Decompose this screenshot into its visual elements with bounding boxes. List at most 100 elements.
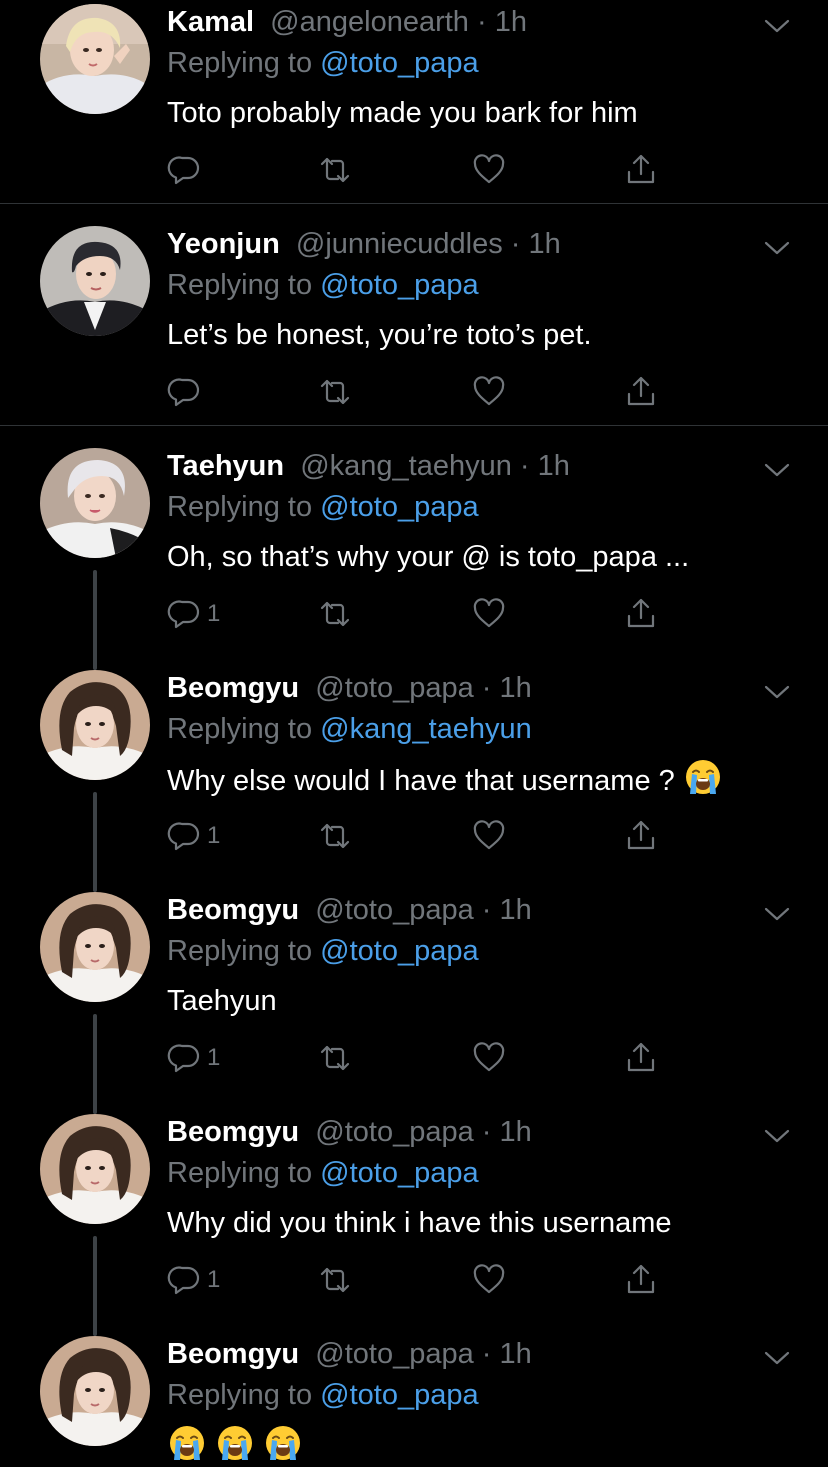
tweet-5[interactable]: Beomgyu @toto_papa · 1h Replying to @tot… [0,870,828,1114]
share-button[interactable] [623,372,659,412]
handle[interactable]: @toto_papa [307,1116,473,1148]
reply-count: 1 [207,1044,221,1071]
reply-icon [167,378,200,407]
timestamp[interactable]: · 1h [474,1116,532,1148]
replying-to-label: Replying to [167,269,321,301]
replying-to: Replying to @toto_papa [167,931,479,971]
reply-icon [167,822,200,851]
share-button[interactable] [623,1038,659,1078]
heart-icon [473,154,505,184]
reply-button[interactable]: 1 [167,816,220,856]
like-button[interactable] [471,594,507,634]
tweet-header: Beomgyu @toto_papa · 1h [167,1334,532,1374]
replying-to: Replying to @toto_papa [167,487,479,527]
like-button[interactable] [471,372,507,412]
emoji-group [167,1426,303,1463]
replying-to: Replying to @toto_papa [167,43,479,83]
tweet-text-content: Why else would I have that username ? [167,765,675,797]
mention-link[interactable]: @toto_papa [320,1157,478,1189]
handle[interactable]: @junniecuddles [288,228,503,260]
reply-button[interactable] [167,150,207,190]
timestamp[interactable]: · 1h [474,894,532,926]
tweet-text: Toto probably made you bark for him [167,92,638,134]
avatar[interactable] [40,892,150,1002]
handle[interactable]: @angelonearth [262,6,469,38]
share-icon [627,820,655,850]
retweet-button[interactable] [317,1038,353,1078]
avatar[interactable] [40,226,150,336]
like-button[interactable] [471,1260,507,1300]
mention-link[interactable]: @toto_papa [320,269,478,301]
timestamp[interactable]: · 1h [503,228,561,260]
like-button[interactable] [471,150,507,190]
chevron-down-icon[interactable] [762,238,792,258]
retweet-button[interactable] [317,816,353,856]
display-name[interactable]: Beomgyu [167,672,299,704]
avatar[interactable] [40,670,150,780]
share-button[interactable] [623,1260,659,1300]
chevron-down-icon[interactable] [762,1348,792,1368]
tweet-header: Beomgyu @toto_papa · 1h [167,890,532,930]
display-name[interactable]: Kamal [167,6,254,38]
tweet-1[interactable]: Kamal @angelonearth · 1h Replying to @to… [0,0,828,204]
share-icon [627,1042,655,1072]
timestamp[interactable]: · 1h [512,450,570,482]
share-icon [627,154,655,184]
retweet-button[interactable] [317,150,353,190]
chevron-down-icon[interactable] [762,904,792,924]
display-name[interactable]: Beomgyu [167,1338,299,1370]
mention-link[interactable]: @toto_papa [320,491,478,523]
replying-to-label: Replying to [167,935,321,967]
action-bar: 1 [167,816,667,856]
timestamp[interactable]: · 1h [474,1338,532,1370]
handle[interactable]: @toto_papa [307,1338,473,1370]
like-button[interactable] [471,816,507,856]
chevron-down-icon[interactable] [762,16,792,36]
reply-icon [167,156,200,185]
display-name[interactable]: Yeonjun [167,228,280,260]
handle[interactable]: @toto_papa [307,894,473,926]
retweet-button[interactable] [317,372,353,412]
tweet-6[interactable]: Beomgyu @toto_papa · 1h Replying to @tot… [0,1092,828,1336]
share-button[interactable] [623,594,659,634]
display-name[interactable]: Beomgyu [167,894,299,926]
mention-link[interactable]: @toto_papa [320,47,478,79]
avatar[interactable] [40,448,150,558]
tweet-text: Taehyun [167,980,277,1022]
avatar[interactable] [40,1336,150,1446]
timestamp[interactable]: · 1h [469,6,527,38]
mention-link[interactable]: @toto_papa [320,1379,478,1411]
mention-link[interactable]: @toto_papa [320,935,478,967]
display-name[interactable]: Beomgyu [167,1116,299,1148]
reply-button[interactable]: 1 [167,594,220,634]
chevron-down-icon[interactable] [762,1126,792,1146]
reply-button[interactable]: 1 [167,1038,220,1078]
retweet-icon [320,1267,350,1293]
tweet-4[interactable]: Beomgyu @toto_papa · 1h Replying to @kan… [0,648,828,892]
tweet-7[interactable]: Beomgyu @toto_papa · 1h Replying to @tot… [0,1314,828,1467]
timestamp[interactable]: · 1h [474,672,532,704]
chevron-down-icon[interactable] [762,682,792,702]
reply-count: 1 [207,822,221,849]
retweet-button[interactable] [317,594,353,634]
display-name[interactable]: Taehyun [167,450,284,482]
avatar[interactable] [40,1114,150,1224]
handle[interactable]: @kang_taehyun [292,450,512,482]
share-button[interactable] [623,816,659,856]
like-button[interactable] [471,1038,507,1078]
avatar[interactable] [40,4,150,114]
tweet-3[interactable]: Taehyun @kang_taehyun · 1h Replying to @… [0,426,828,670]
retweet-button[interactable] [317,1260,353,1300]
tweet-2[interactable]: Yeonjun @junniecuddles · 1h Replying to … [0,204,828,426]
action-bar [167,150,667,190]
chevron-down-icon[interactable] [762,460,792,480]
reply-button[interactable] [167,372,207,412]
retweet-icon [320,1045,350,1071]
share-button[interactable] [623,150,659,190]
mention-link[interactable]: @kang_taehyun [320,713,532,745]
handle[interactable]: @toto_papa [307,672,473,704]
retweet-icon [320,157,350,183]
reply-icon [167,600,200,629]
reply-button[interactable]: 1 [167,1260,220,1300]
replying-to: Replying to @toto_papa [167,1375,479,1415]
